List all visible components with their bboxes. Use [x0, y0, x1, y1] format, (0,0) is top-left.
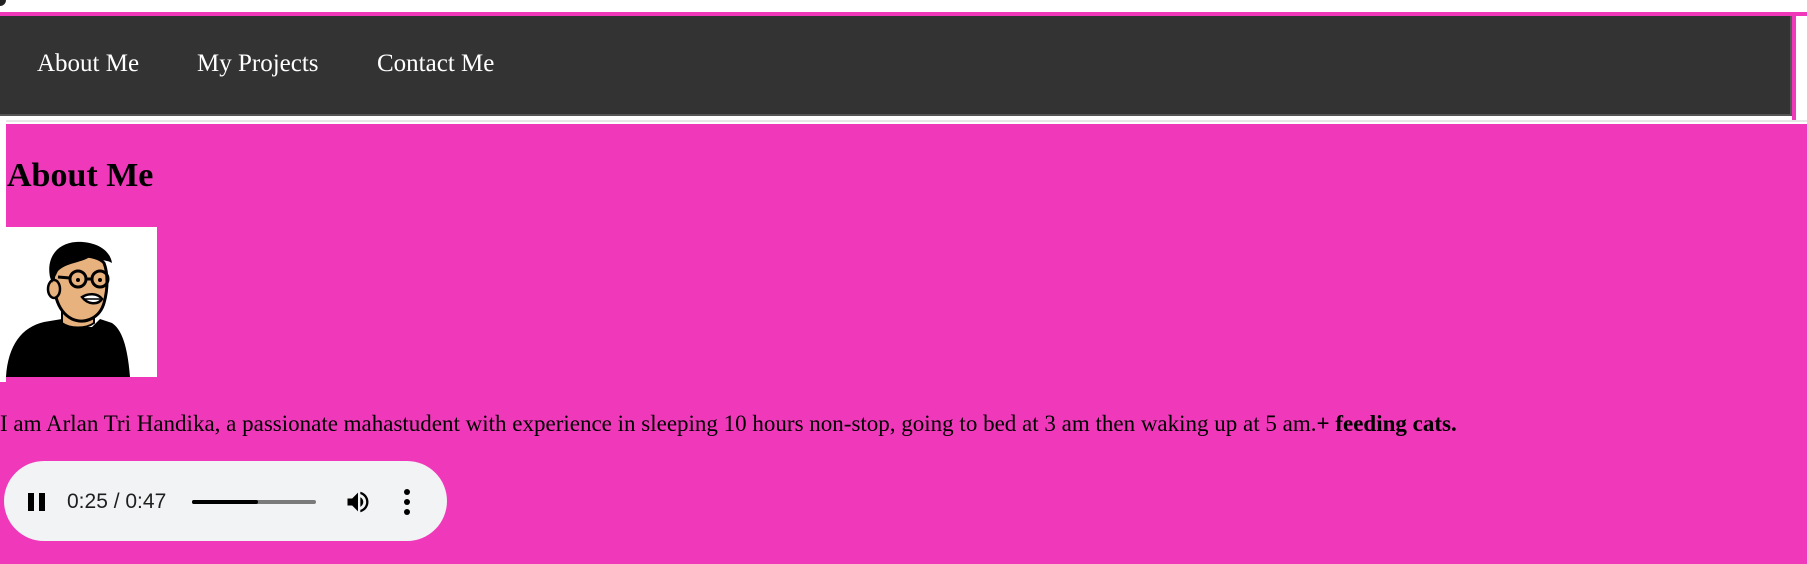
volume-icon[interactable]: [344, 488, 372, 516]
navbar-edge: [1792, 12, 1796, 120]
page: About Me My Projects Contact Me About Me: [0, 0, 1807, 564]
bio-paragraph: I am Arlan Tri Handika, a passionate mah…: [0, 410, 1457, 438]
avatar-illustration: [0, 227, 157, 377]
divider: [6, 120, 1807, 122]
corner-mark: [0, 0, 6, 6]
audio-progress-slider[interactable]: [192, 500, 316, 504]
profile-avatar: [0, 227, 157, 377]
audio-progress-fill: [192, 500, 258, 504]
audio-time: 0:25 / 0:47: [67, 490, 167, 513]
section-title: About Me: [7, 157, 154, 194]
nav-link-about-me[interactable]: About Me: [37, 48, 139, 80]
audio-player[interactable]: 0:25 / 0:47: [4, 461, 447, 541]
nav-link-contact-me[interactable]: Contact Me: [377, 48, 494, 80]
pause-icon[interactable]: [28, 493, 46, 511]
nav-link-my-projects[interactable]: My Projects: [197, 48, 319, 80]
bio-text: I am Arlan Tri Handika, a passionate mah…: [0, 411, 1317, 436]
bio-bold-text: + feeding cats.: [1316, 411, 1457, 436]
more-vert-icon[interactable]: [402, 489, 412, 515]
